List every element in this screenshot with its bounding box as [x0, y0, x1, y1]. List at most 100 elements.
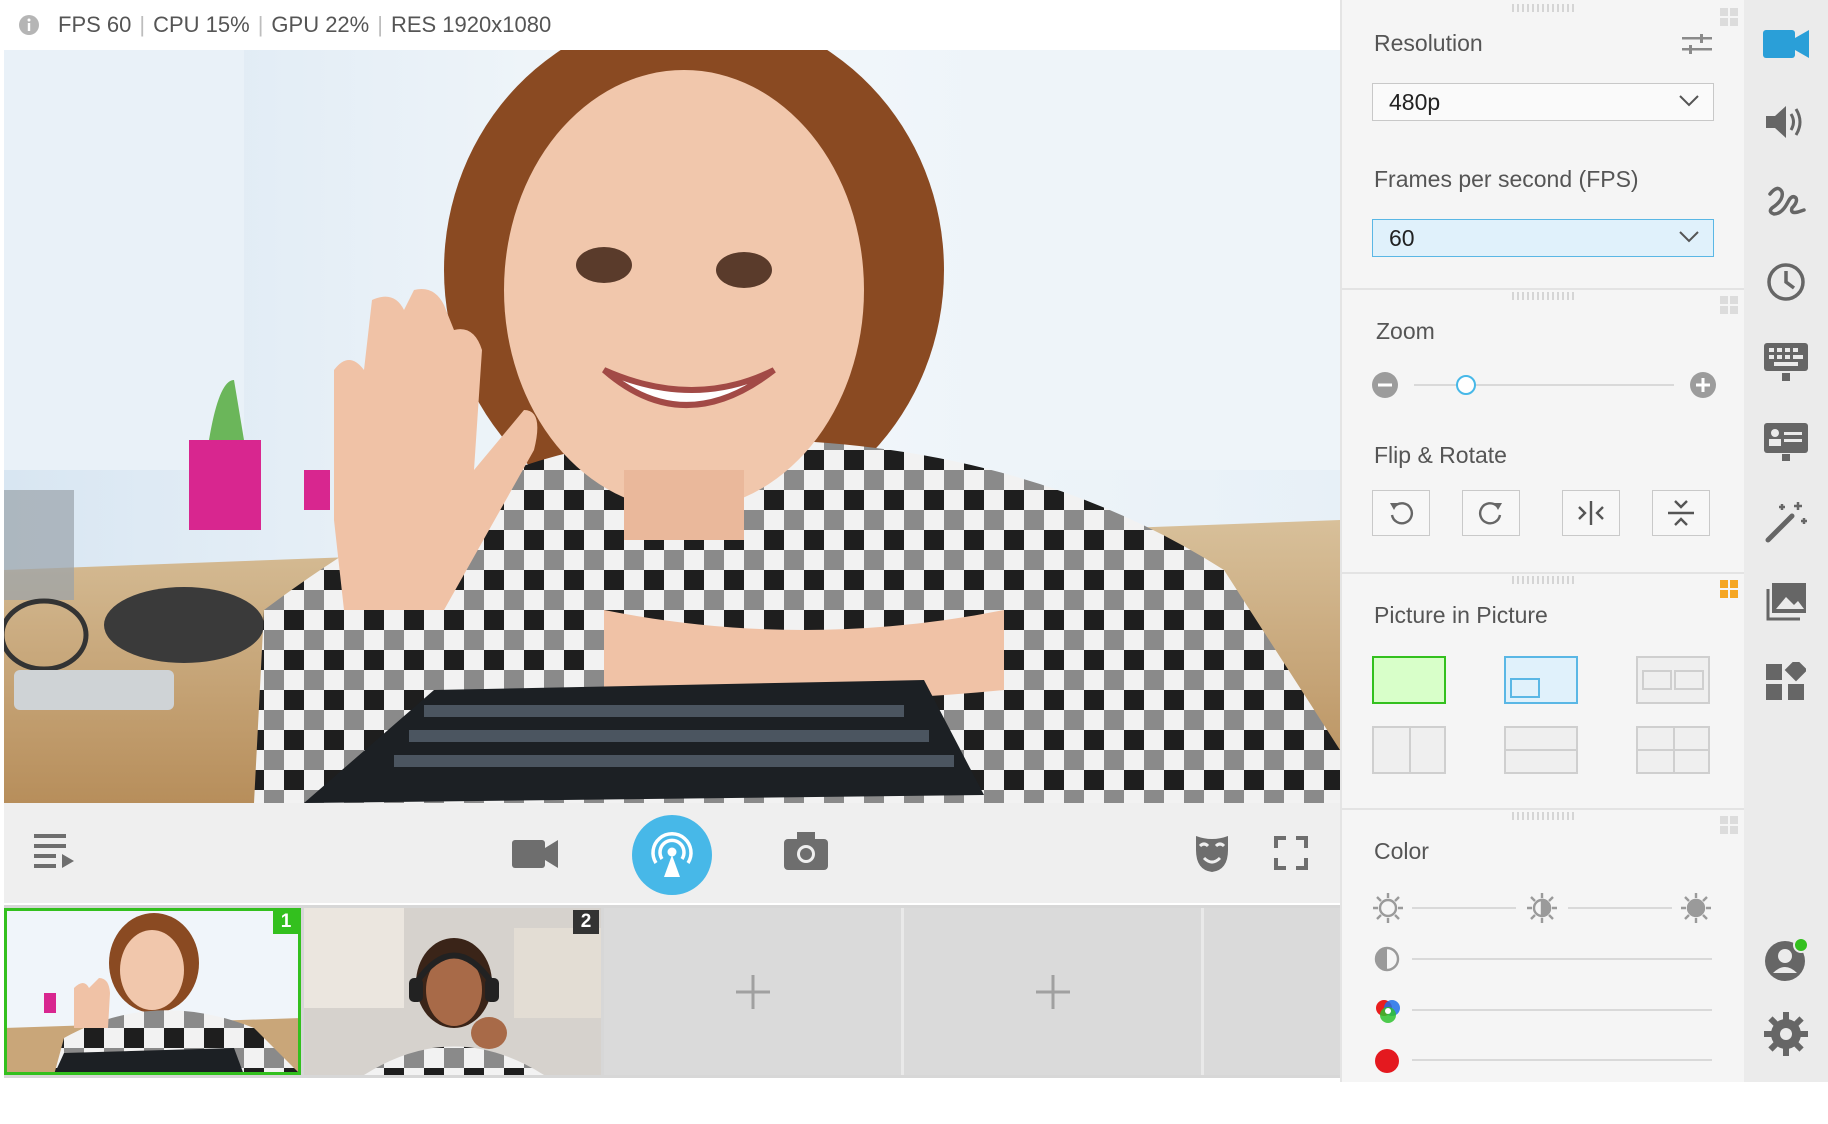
zoom-in-icon[interactable]: [1690, 372, 1716, 398]
split-line: [1506, 749, 1576, 751]
pip-layout-split-horizontal[interactable]: [1504, 726, 1578, 774]
zoom-slider[interactable]: [1414, 384, 1674, 386]
flip-horizontal-icon: [1575, 501, 1607, 525]
contrast-icon[interactable]: [1374, 946, 1400, 972]
pip-preview: [1674, 670, 1704, 690]
zoom-slider-handle[interactable]: [1456, 375, 1476, 395]
saturation-slider[interactable]: [1412, 1009, 1712, 1011]
source-thumbnail-2[interactable]: 2: [304, 908, 601, 1075]
saturation-icon[interactable]: [1374, 998, 1402, 1026]
rotate-right-button[interactable]: [1462, 490, 1520, 536]
camera-icon: [1763, 28, 1809, 60]
info-icon[interactable]: [18, 14, 40, 36]
flip-rotate-title: Flip & Rotate: [1374, 442, 1507, 468]
section-divider: [1342, 288, 1746, 290]
nav-drawing[interactable]: [1744, 162, 1828, 242]
pip-layout-split-vertical[interactable]: [1372, 726, 1446, 774]
nav-settings[interactable]: [1744, 994, 1828, 1074]
nav-audio[interactable]: [1744, 82, 1828, 162]
status-bar: FPS 60 | CPU 15% | GPU 22% | RES 1920x10…: [4, 0, 1340, 50]
brightness-mid-icon[interactable]: [1526, 892, 1558, 924]
pip-layout-corner[interactable]: [1504, 656, 1578, 704]
split-line: [1638, 749, 1708, 751]
pip-preview: [1510, 678, 1540, 698]
flip-vertical-button[interactable]: [1652, 490, 1710, 536]
flip-vertical-icon: [1668, 498, 1694, 528]
nav-camera[interactable]: [1744, 4, 1828, 84]
image-icon: [1766, 583, 1806, 621]
pip-layout-single[interactable]: [1372, 656, 1446, 704]
widget-pin-icon[interactable]: [1720, 580, 1738, 598]
resolution-select[interactable]: 480p: [1372, 83, 1714, 121]
fullscreen-icon[interactable]: [1274, 836, 1308, 870]
separator: |: [257, 12, 264, 37]
plus-icon: [736, 975, 770, 1009]
drag-handle[interactable]: [1512, 4, 1576, 12]
nav-schedule[interactable]: [1744, 242, 1828, 322]
rotate-right-icon: [1477, 499, 1505, 527]
video-camera-icon[interactable]: [512, 836, 560, 872]
side-nav: [1744, 0, 1828, 1082]
chevron-down-icon: [1679, 94, 1699, 108]
nav-account[interactable]: [1744, 920, 1828, 1000]
playlist-icon[interactable]: [34, 832, 78, 872]
fps-select[interactable]: 60: [1372, 219, 1714, 257]
presentation-icon: [1764, 423, 1808, 461]
zoom-title: Zoom: [1376, 318, 1435, 344]
drag-handle[interactable]: [1512, 812, 1576, 820]
adjust-sliders-icon[interactable]: [1682, 34, 1712, 54]
brightness-slider[interactable]: [1412, 907, 1516, 909]
drag-handle[interactable]: [1512, 292, 1576, 300]
rotate-left-icon: [1387, 499, 1415, 527]
widget-pin-icon[interactable]: [1720, 816, 1738, 834]
pip-preview: [1642, 670, 1672, 690]
clock-icon: [1766, 262, 1806, 302]
nav-effects[interactable]: [1744, 482, 1828, 562]
widget-pin-icon[interactable]: [1720, 296, 1738, 314]
hue-icon[interactable]: [1374, 1048, 1400, 1074]
contrast-slider[interactable]: [1412, 958, 1712, 960]
widget-pin-icon[interactable]: [1720, 8, 1738, 26]
pip-layout-quad[interactable]: [1636, 726, 1710, 774]
section-divider: [1342, 808, 1746, 810]
resolution-value: 480p: [1389, 89, 1441, 115]
zoom-out-icon[interactable]: [1372, 372, 1398, 398]
broadcast-button[interactable]: [632, 815, 712, 895]
broadcast-icon: [650, 831, 694, 879]
camera-preview[interactable]: [4, 50, 1340, 803]
chevron-down-icon: [1679, 230, 1699, 244]
separator: |: [139, 12, 146, 37]
drawing-icon: [1766, 184, 1806, 220]
add-source-slot[interactable]: [904, 908, 1201, 1075]
add-source-slot[interactable]: [604, 908, 901, 1075]
pip-layout-side-by-side-small[interactable]: [1636, 656, 1710, 704]
rotate-left-button[interactable]: [1372, 490, 1430, 536]
hue-slider[interactable]: [1412, 1059, 1712, 1061]
mask-icon[interactable]: [1194, 834, 1230, 872]
brightness-high-icon[interactable]: [1680, 892, 1712, 924]
brightness-low-icon[interactable]: [1372, 892, 1404, 924]
nav-keyboard[interactable]: [1744, 322, 1828, 402]
snapshot-camera-icon[interactable]: [784, 832, 828, 870]
speaker-icon: [1766, 104, 1806, 140]
resolution-title: Resolution: [1374, 30, 1483, 56]
brightness-slider[interactable]: [1568, 907, 1672, 909]
gear-icon: [1764, 1012, 1808, 1056]
source-thumbnail-1[interactable]: 1: [4, 908, 301, 1075]
fps-readout: FPS 60: [58, 12, 132, 37]
nav-presentation[interactable]: [1744, 402, 1828, 482]
widgets-icon: [1766, 662, 1806, 702]
user-icon: [1763, 937, 1809, 983]
cpu-readout: CPU 15%: [153, 12, 250, 37]
resolution-readout: RES 1920x1080: [390, 12, 552, 37]
add-source-slot[interactable]: [1204, 908, 1340, 1075]
section-divider: [1342, 572, 1746, 574]
nav-widgets[interactable]: [1744, 642, 1828, 722]
thumbnail-number: 2: [573, 910, 599, 934]
drag-handle[interactable]: [1512, 576, 1576, 584]
selected-border: [4, 908, 301, 1075]
plus-icon: [1036, 975, 1070, 1009]
nav-media[interactable]: [1744, 562, 1828, 642]
keyboard-icon: [1764, 343, 1808, 381]
flip-horizontal-button[interactable]: [1562, 490, 1620, 536]
